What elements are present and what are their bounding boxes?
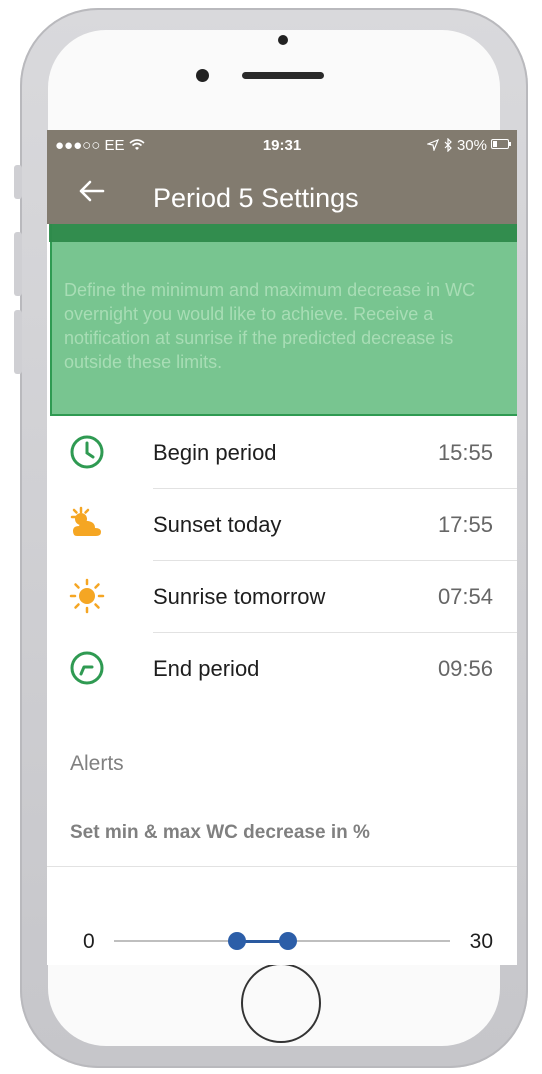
- alerts-section-title: Alerts: [70, 752, 124, 775]
- row-label: End period: [153, 656, 260, 681]
- sun-icon: [67, 576, 107, 616]
- row-label: Begin period: [153, 440, 277, 465]
- back-arrow-icon[interactable]: [77, 176, 107, 206]
- info-overlay-header: [49, 224, 517, 242]
- proximity-sensor: [278, 35, 288, 45]
- info-text: Define the minimum and maximum decrease …: [64, 280, 476, 372]
- status-bar: ●●●○○ EE 19:31 30%: [47, 130, 517, 160]
- row-label: Sunset today: [153, 512, 282, 537]
- row-sunrise-tomorrow[interactable]: Sunrise tomorrow 07:54: [47, 560, 517, 632]
- row-value: 17:55: [437, 512, 493, 537]
- row-end-period[interactable]: End period 09:56: [47, 632, 517, 704]
- sunset-cloud-icon: [67, 504, 107, 544]
- row-label: Sunrise tomorrow: [153, 584, 326, 609]
- slider-max-label: 30: [469, 930, 493, 953]
- app-bar: Period 5 Settings: [47, 160, 517, 224]
- row-begin-period[interactable]: Begin period 15:55: [47, 416, 517, 488]
- page-title: Period 5 Settings: [153, 183, 359, 213]
- clock-end-icon: [67, 648, 107, 688]
- battery-percent: 30%: [456, 137, 487, 154]
- volume-up-button: [14, 232, 22, 296]
- battery-icon: [491, 139, 511, 149]
- row-value: 15:55: [437, 440, 493, 465]
- section-divider: [47, 866, 517, 867]
- clock-icon: [67, 432, 107, 472]
- front-camera: [196, 69, 209, 82]
- row-value: 09:56: [437, 656, 493, 681]
- volume-down-button: [14, 310, 22, 374]
- slider-min-thumb[interactable]: [228, 932, 247, 950]
- row-sunset-today[interactable]: Sunset today 17:55: [47, 488, 517, 560]
- mute-switch: [14, 165, 22, 199]
- bluetooth-icon: [443, 137, 457, 154]
- status-right: 30%: [425, 137, 487, 154]
- location-arrow-icon: [425, 137, 443, 154]
- slider-title: Set min & max WC decrease in %: [70, 822, 370, 843]
- earpiece-speaker: [242, 72, 324, 79]
- battery-level: [493, 141, 497, 147]
- slider-max-thumb[interactable]: [278, 932, 297, 950]
- row-value: 07:54: [437, 584, 493, 609]
- info-overlay: Define the minimum and maximum decrease …: [49, 224, 517, 416]
- slider-min-label: 0: [83, 930, 95, 953]
- home-button[interactable]: [241, 963, 321, 1043]
- app-screen: ●●●○○ EE 19:31 30% Period 5 Settings Def…: [47, 130, 517, 965]
